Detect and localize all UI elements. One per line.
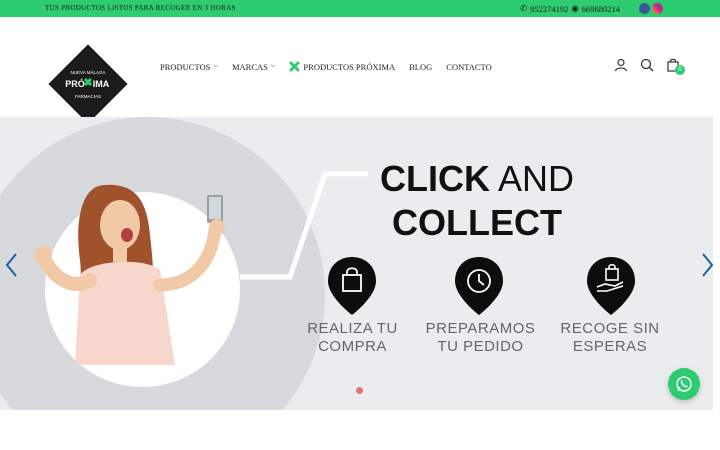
instagram-icon[interactable] — [652, 3, 663, 14]
hero-slider: CLICK AND COLLECT REALIZA TU COMPRA PREPA… — [0, 117, 713, 410]
step-label-3: RECOGE SIN ESPERAS — [560, 320, 660, 355]
svg-text:NUEVA MÁLAGA: NUEVA MÁLAGA — [71, 69, 106, 75]
title-and: AND — [498, 158, 575, 199]
whatsapp-button[interactable] — [668, 368, 700, 400]
nav-productos[interactable]: PRODUCTOS ⌵ — [160, 62, 218, 72]
nav-blog[interactable]: BLOG — [409, 62, 432, 72]
hand-bag-icon — [587, 257, 635, 315]
whatsapp-number[interactable]: 669680214 — [582, 4, 620, 14]
cross-icon — [289, 61, 300, 72]
phone-number[interactable]: 952274192 — [530, 4, 568, 14]
chevron-down-icon: ⌵ — [213, 63, 218, 69]
contact-info: ✆ 952274192 ◉ 669680214 — [520, 3, 620, 14]
logo[interactable]: NUEVA MÁLAGA PRÓ IMA FARMACIAS — [48, 44, 128, 124]
title-click: CLICK — [380, 158, 490, 199]
step-label-2: PREPARAMOS TU PEDIDO — [425, 320, 536, 355]
logo-diamond: NUEVA MÁLAGA PRÓ IMA FARMACIAS — [48, 44, 128, 124]
nav-marcas[interactable]: MARCAS ⌵ — [232, 62, 275, 72]
promo-text: TUS PRODUCTOS LISTOS PARA RECOGER EN 3 H… — [45, 4, 236, 12]
hero-heading: CLICK AND COLLECT — [380, 157, 574, 245]
title-collect: COLLECT — [392, 202, 562, 243]
cart-count-badge: 0 — [675, 65, 685, 75]
step-label-1: REALIZA TU COMPRA — [307, 320, 398, 355]
whatsapp-icon — [676, 376, 692, 392]
nav-productos-proxima[interactable]: PRODUCTOS PRÓXIMA — [289, 61, 395, 72]
header: NUEVA MÁLAGA PRÓ IMA FARMACIAS PRODUCTOS… — [0, 17, 720, 124]
header-icons: 0 — [614, 58, 685, 75]
chevron-down-icon: ⌵ — [270, 63, 276, 69]
shopping-bag-icon — [328, 257, 376, 315]
svg-text:PRÓ: PRÓ — [65, 78, 85, 89]
svg-text:IMA: IMA — [93, 79, 110, 89]
user-icon[interactable] — [614, 58, 628, 72]
slider-prev-arrow[interactable] — [4, 252, 20, 278]
svg-text:FARMACIAS: FARMACIAS — [75, 94, 101, 99]
cart-button[interactable]: 0 — [666, 58, 685, 75]
whatsapp-small-icon: ◉ — [571, 3, 579, 13]
phone-icon: ✆ — [519, 3, 528, 13]
nav-contacto[interactable]: CONTACTO — [446, 62, 491, 72]
top-bar: TUS PRODUCTOS LISTOS PARA RECOGER EN 3 H… — [0, 0, 720, 17]
clock-icon — [455, 257, 503, 315]
facebook-icon[interactable] — [639, 3, 650, 14]
slider-dot[interactable] — [356, 387, 363, 394]
main-nav: PRODUCTOS ⌵ MARCAS ⌵ PRODUCTOS PRÓXIMA B… — [160, 61, 492, 72]
woman-with-phone-image — [35, 184, 225, 365]
social-links — [639, 3, 663, 14]
slider-next-arrow[interactable] — [699, 252, 713, 278]
search-icon[interactable] — [640, 58, 654, 72]
